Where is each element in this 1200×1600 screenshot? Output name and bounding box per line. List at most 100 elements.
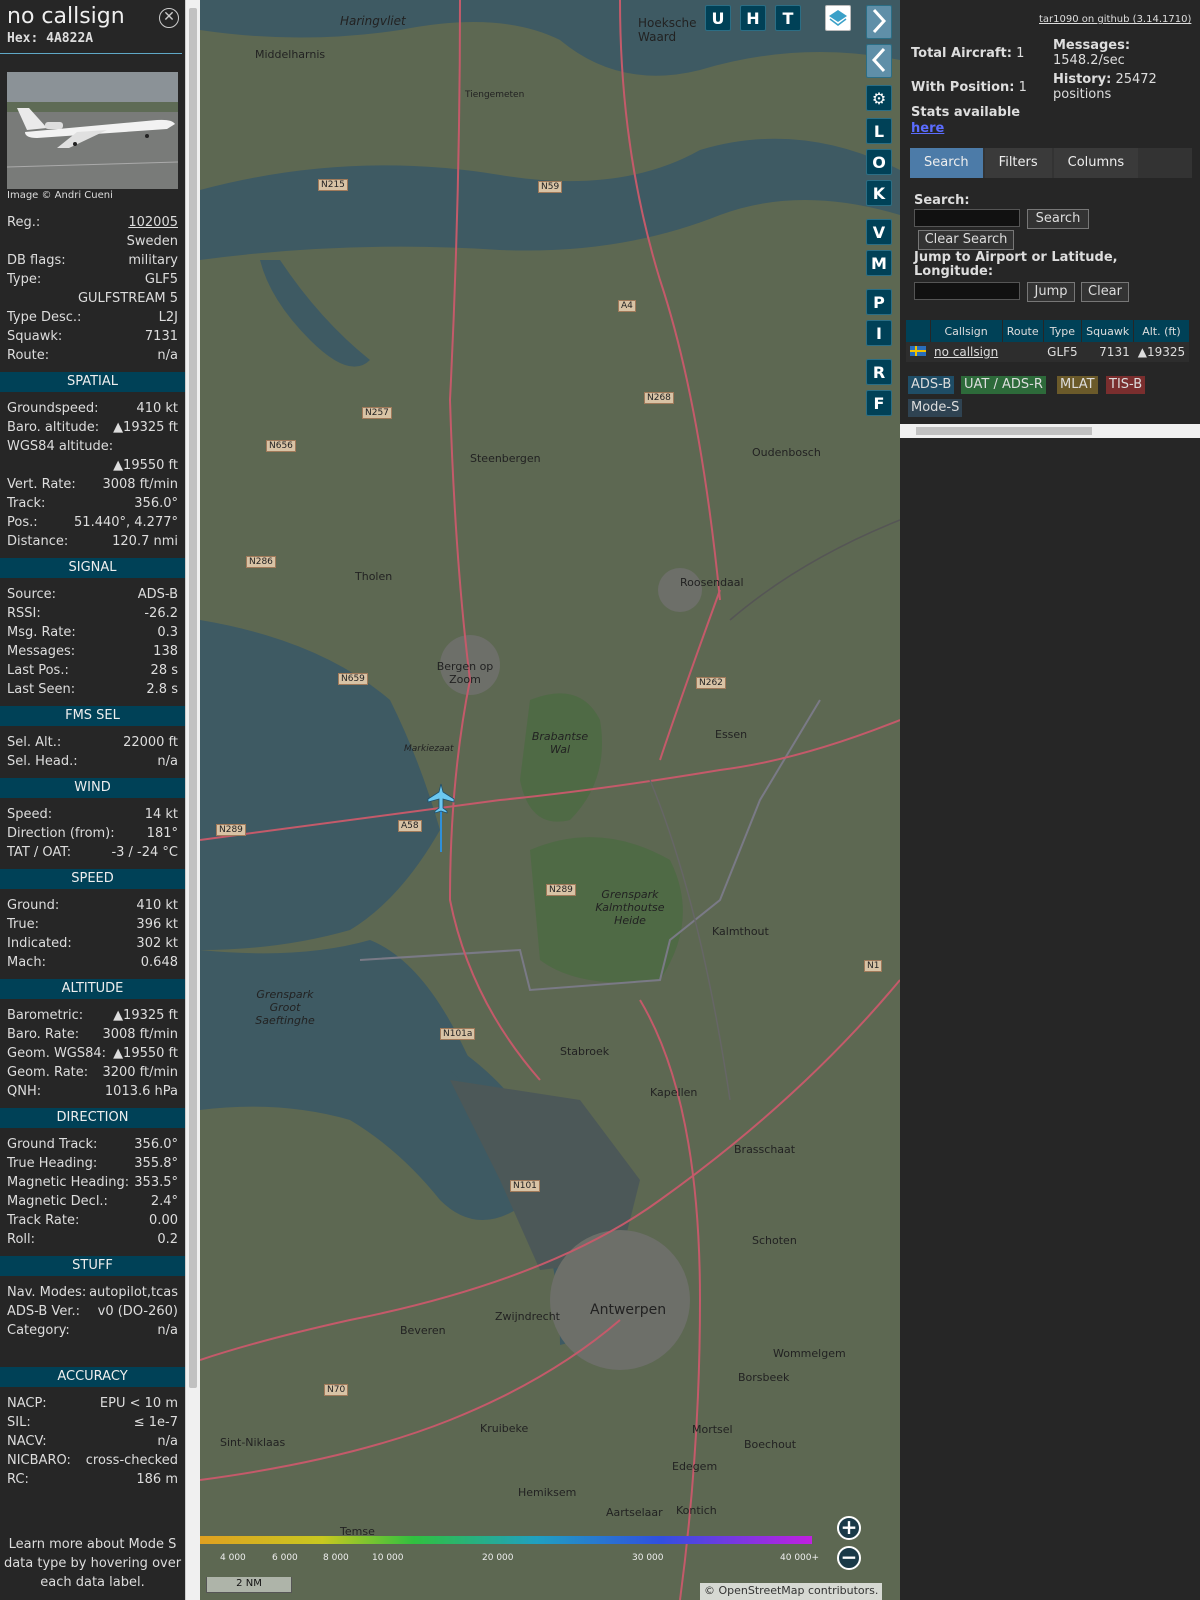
map-place-label: Schoten (752, 1234, 797, 1247)
tab-filters[interactable]: Filters (984, 148, 1052, 178)
detail-label[interactable]: RC: (7, 1472, 29, 1487)
detail-label[interactable]: Geom. Rate: (7, 1065, 88, 1080)
detail-label[interactable]: Source: (7, 587, 56, 602)
tab-columns[interactable]: Columns (1053, 148, 1139, 178)
sidebar-scrollbar[interactable] (185, 0, 200, 1600)
detail-label[interactable]: Ground Track: (7, 1137, 97, 1152)
map-view[interactable]: Haringvliet Middelharnis Tiengemeten Ste… (200, 0, 900, 1600)
search-input[interactable] (914, 209, 1020, 227)
detail-label[interactable]: Roll: (7, 1232, 35, 1247)
detail-label[interactable]: Baro. Rate: (7, 1027, 79, 1042)
detail-label[interactable]: Squawk: (7, 329, 62, 344)
detail-label[interactable]: Mach: (7, 955, 46, 970)
collapse-left-icon[interactable] (866, 44, 892, 78)
detail-label[interactable]: Nav. Modes: (7, 1285, 86, 1300)
map-road-label: N257 (362, 407, 392, 419)
detail-label[interactable]: NACV: (7, 1434, 47, 1449)
detail-label[interactable]: Barometric: (7, 1008, 83, 1023)
detail-label[interactable]: Sel. Alt.: (7, 735, 61, 750)
detail-label[interactable]: QNH: (7, 1084, 41, 1099)
aircraft-details-sidebar: no callsign Hex: 4A822A ✕ Image © Andri … (0, 0, 185, 1600)
detail-label[interactable]: Direction (from): (7, 826, 115, 841)
column-altitude[interactable]: Alt. (ft) (1133, 320, 1190, 342)
tab-search[interactable]: Search (910, 148, 983, 178)
detail-label[interactable]: Magnetic Decl.: (7, 1194, 108, 1209)
map-toggle-f-button[interactable]: F (866, 390, 892, 416)
map-toggle-i-button[interactable]: I (866, 320, 892, 346)
layers-icon[interactable] (825, 5, 851, 31)
aircraft-photo[interactable] (7, 72, 178, 189)
detail-label[interactable]: DB flags: (7, 253, 66, 268)
map-toggle-t-button[interactable]: T (775, 5, 801, 31)
detail-label[interactable]: Groundspeed: (7, 401, 98, 416)
map-toggle-m-button[interactable]: M (866, 250, 892, 276)
detail-label[interactable]: WGS84 altitude: (7, 439, 113, 454)
column-flag[interactable] (906, 320, 931, 342)
map-toggle-p-button[interactable]: P (866, 289, 892, 315)
table-row[interactable]: no callsign GLF5 7131 ▲19325 (906, 342, 1190, 362)
aircraft-marker[interactable] (426, 782, 456, 852)
map-toggle-v-button[interactable]: V (866, 219, 892, 245)
clear-search-button[interactable]: Clear Search (918, 230, 1014, 250)
detail-label[interactable]: Track: (7, 496, 45, 511)
detail-label[interactable]: SIL: (7, 1415, 31, 1430)
detail-label[interactable]: ADS-B Ver.: (7, 1304, 80, 1319)
detail-label[interactable]: Messages: (7, 644, 75, 659)
map-toggle-r-button[interactable]: R (866, 359, 892, 385)
map-toggle-o-button[interactable]: O (866, 149, 892, 175)
column-route[interactable]: Route (1002, 320, 1044, 342)
jump-input[interactable] (914, 282, 1020, 300)
detail-label[interactable]: Ground: (7, 898, 59, 913)
scrollbar-thumb[interactable] (916, 427, 1092, 435)
detail-label[interactable]: Sel. Head.: (7, 754, 78, 769)
github-link[interactable]: tar1090 on github (3.14.1710) (1039, 14, 1191, 25)
detail-label[interactable]: Track Rate: (7, 1213, 79, 1228)
zoom-out-button[interactable]: − (837, 1546, 861, 1570)
clear-jump-button[interactable]: Clear (1081, 282, 1129, 302)
map-toggle-h-button[interactable]: H (740, 5, 766, 31)
detail-label[interactable]: Magnetic Heading: (7, 1175, 129, 1190)
detail-label[interactable]: TAT / OAT: (7, 845, 71, 860)
map-toggle-k-button[interactable]: K (866, 180, 892, 206)
detail-label[interactable]: NACP: (7, 1396, 47, 1411)
history-count: History: 25472 positions (1053, 72, 1157, 102)
detail-label[interactable]: Speed: (7, 807, 52, 822)
detail-label[interactable]: Last Seen: (7, 682, 75, 697)
column-type[interactable]: Type (1043, 320, 1083, 342)
zoom-in-button[interactable]: + (837, 1516, 861, 1540)
column-squawk[interactable]: Squawk (1081, 320, 1135, 342)
detail-label[interactable]: Route: (7, 348, 49, 363)
scrollbar-thumb[interactable] (189, 8, 197, 1388)
row-callsign[interactable]: no callsign (930, 342, 1003, 362)
gear-icon[interactable]: ⚙ (866, 85, 892, 111)
detail-label[interactable]: RSSI: (7, 606, 41, 621)
column-callsign[interactable]: Callsign (930, 320, 1003, 342)
detail-label[interactable]: Msg. Rate: (7, 625, 76, 640)
detail-label[interactable]: Indicated: (7, 936, 72, 951)
detail-label[interactable]: True: (7, 917, 39, 932)
map-toggle-l-button[interactable]: L (866, 118, 892, 144)
table-horizontal-scrollbar[interactable] (900, 424, 1200, 438)
detail-label[interactable]: Geom. WGS84: (7, 1046, 106, 1061)
detail-label[interactable]: True Heading: (7, 1156, 97, 1171)
detail-label[interactable]: Last Pos.: (7, 663, 69, 678)
detail-value[interactable]: 102005 (128, 215, 178, 230)
detail-label[interactable]: Type: (7, 272, 41, 287)
search-button[interactable]: Search (1027, 209, 1089, 229)
detail-label[interactable]: Type Desc.: (7, 310, 81, 325)
expand-right-icon[interactable] (866, 5, 892, 39)
stats-link[interactable]: here (911, 121, 944, 136)
map-toggle-u-button[interactable]: U (705, 5, 731, 31)
detail-label[interactable]: Baro. altitude: (7, 420, 99, 435)
detail-label[interactable]: Pos.: (7, 515, 38, 530)
detail-label[interactable]: NICBARO: (7, 1453, 71, 1468)
detail-label[interactable]: Vert. Rate: (7, 477, 76, 492)
detail-label[interactable]: Reg.: (7, 215, 40, 230)
detail-label[interactable]: Distance: (7, 534, 68, 549)
detail-label[interactable]: Category: (7, 1323, 70, 1338)
jump-button[interactable]: Jump (1027, 282, 1075, 302)
legend-modes: Mode-S (908, 399, 963, 417)
close-icon[interactable]: ✕ (159, 8, 179, 28)
detail-value: 356.0° (134, 1137, 178, 1152)
detail-value: 181° (146, 826, 178, 841)
